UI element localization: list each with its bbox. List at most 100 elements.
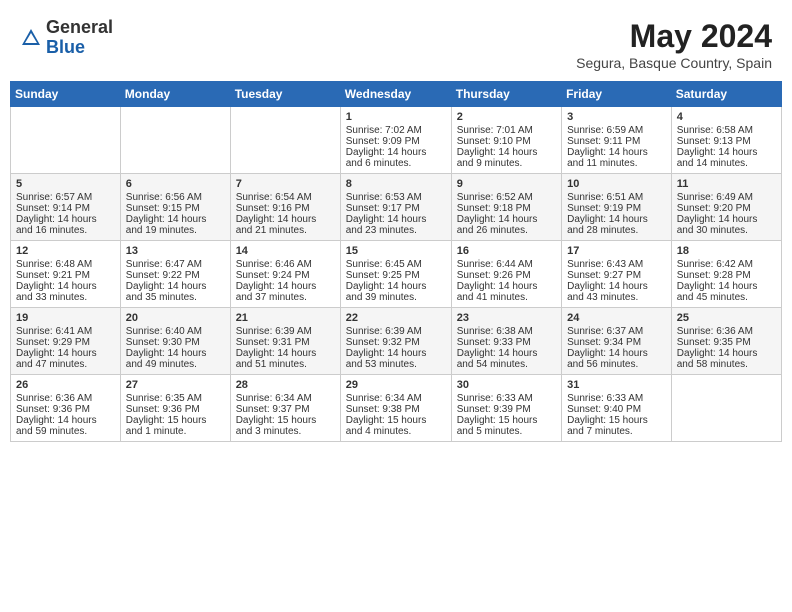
day-number: 20 — [126, 312, 225, 324]
day-number: 18 — [677, 245, 776, 257]
sunset-text: Sunset: 9:22 PM — [126, 270, 225, 281]
daylight-text: Daylight: 15 hours and 5 minutes. — [457, 415, 556, 437]
sunset-text: Sunset: 9:20 PM — [677, 203, 776, 214]
logo-icon — [20, 27, 42, 49]
cell-week4-day5: 23Sunrise: 6:38 AMSunset: 9:33 PMDayligh… — [451, 308, 561, 375]
sunset-text: Sunset: 9:25 PM — [346, 270, 446, 281]
sunrise-text: Sunrise: 6:33 AM — [567, 393, 666, 404]
daylight-text: Daylight: 14 hours and 21 minutes. — [236, 214, 335, 236]
header-wednesday: Wednesday — [340, 82, 451, 107]
day-number: 26 — [16, 379, 115, 391]
page-header: General Blue May 2024 Segura, Basque Cou… — [10, 10, 782, 75]
sunrise-text: Sunrise: 6:36 AM — [677, 326, 776, 337]
calendar-body: 1Sunrise: 7:02 AMSunset: 9:09 PMDaylight… — [11, 107, 782, 442]
cell-week4-day2: 20Sunrise: 6:40 AMSunset: 9:30 PMDayligh… — [120, 308, 230, 375]
day-number: 9 — [457, 178, 556, 190]
day-number: 25 — [677, 312, 776, 324]
title-section: May 2024 Segura, Basque Country, Spain — [576, 18, 772, 71]
daylight-text: Daylight: 14 hours and 33 minutes. — [16, 281, 115, 303]
sunrise-text: Sunrise: 6:39 AM — [236, 326, 335, 337]
day-number: 16 — [457, 245, 556, 257]
sunset-text: Sunset: 9:29 PM — [16, 337, 115, 348]
cell-week5-day7 — [671, 375, 781, 442]
day-number: 8 — [346, 178, 446, 190]
sunset-text: Sunset: 9:19 PM — [567, 203, 666, 214]
cell-week5-day6: 31Sunrise: 6:33 AMSunset: 9:40 PMDayligh… — [562, 375, 672, 442]
sunrise-text: Sunrise: 6:45 AM — [346, 259, 446, 270]
sunset-text: Sunset: 9:15 PM — [126, 203, 225, 214]
daylight-text: Daylight: 15 hours and 3 minutes. — [236, 415, 335, 437]
logo-wordmark: General Blue — [46, 18, 113, 58]
daylight-text: Daylight: 14 hours and 39 minutes. — [346, 281, 446, 303]
day-number: 14 — [236, 245, 335, 257]
sunset-text: Sunset: 9:37 PM — [236, 404, 335, 415]
day-number: 1 — [346, 111, 446, 123]
cell-week2-day5: 9Sunrise: 6:52 AMSunset: 9:18 PMDaylight… — [451, 174, 561, 241]
day-number: 28 — [236, 379, 335, 391]
header-saturday: Saturday — [671, 82, 781, 107]
week-row-2: 5Sunrise: 6:57 AMSunset: 9:14 PMDaylight… — [11, 174, 782, 241]
daylight-text: Daylight: 14 hours and 37 minutes. — [236, 281, 335, 303]
cell-week3-day2: 13Sunrise: 6:47 AMSunset: 9:22 PMDayligh… — [120, 241, 230, 308]
sunset-text: Sunset: 9:28 PM — [677, 270, 776, 281]
cell-week1-day4: 1Sunrise: 7:02 AMSunset: 9:09 PMDaylight… — [340, 107, 451, 174]
sunrise-text: Sunrise: 7:01 AM — [457, 125, 556, 136]
sunrise-text: Sunrise: 6:34 AM — [236, 393, 335, 404]
sunset-text: Sunset: 9:16 PM — [236, 203, 335, 214]
sunset-text: Sunset: 9:18 PM — [457, 203, 556, 214]
cell-week5-day4: 29Sunrise: 6:34 AMSunset: 9:38 PMDayligh… — [340, 375, 451, 442]
day-number: 31 — [567, 379, 666, 391]
sunset-text: Sunset: 9:27 PM — [567, 270, 666, 281]
daylight-text: Daylight: 15 hours and 7 minutes. — [567, 415, 666, 437]
calendar-table: Sunday Monday Tuesday Wednesday Thursday… — [10, 81, 782, 442]
day-number: 7 — [236, 178, 335, 190]
daylight-text: Daylight: 14 hours and 56 minutes. — [567, 348, 666, 370]
sunrise-text: Sunrise: 6:56 AM — [126, 192, 225, 203]
sunrise-text: Sunrise: 6:51 AM — [567, 192, 666, 203]
sunrise-text: Sunrise: 6:35 AM — [126, 393, 225, 404]
cell-week4-day4: 22Sunrise: 6:39 AMSunset: 9:32 PMDayligh… — [340, 308, 451, 375]
week-row-3: 12Sunrise: 6:48 AMSunset: 9:21 PMDayligh… — [11, 241, 782, 308]
daylight-text: Daylight: 14 hours and 28 minutes. — [567, 214, 666, 236]
calendar-header: Sunday Monday Tuesday Wednesday Thursday… — [11, 82, 782, 107]
day-number: 6 — [126, 178, 225, 190]
sunset-text: Sunset: 9:32 PM — [346, 337, 446, 348]
sunset-text: Sunset: 9:30 PM — [126, 337, 225, 348]
sunset-text: Sunset: 9:34 PM — [567, 337, 666, 348]
sunset-text: Sunset: 9:14 PM — [16, 203, 115, 214]
sunrise-text: Sunrise: 6:52 AM — [457, 192, 556, 203]
cell-week2-day6: 10 Sunrise: 6:51 AMSunset: 9:19 PMDayligh… — [562, 174, 672, 241]
day-number: 23 — [457, 312, 556, 324]
logo-blue-text: Blue — [46, 37, 85, 57]
sunset-text: Sunset: 9:10 PM — [457, 136, 556, 147]
cell-week2-day2: 6Sunrise: 6:56 AMSunset: 9:15 PMDaylight… — [120, 174, 230, 241]
day-number: 22 — [346, 312, 446, 324]
sunrise-text: Sunrise: 6:54 AM — [236, 192, 335, 203]
day-number: 2 — [457, 111, 556, 123]
day-number: 5 — [16, 178, 115, 190]
sunset-text: Sunset: 9:36 PM — [16, 404, 115, 415]
cell-week1-day2 — [120, 107, 230, 174]
sunrise-text: Sunrise: 6:48 AM — [16, 259, 115, 270]
day-number: 13 — [126, 245, 225, 257]
cell-week2-day7: 11Sunrise: 6:49 AMSunset: 9:20 PMDayligh… — [671, 174, 781, 241]
day-number: 10 — [567, 178, 666, 190]
daylight-text: Daylight: 14 hours and 35 minutes. — [126, 281, 225, 303]
daylight-text: Daylight: 14 hours and 49 minutes. — [126, 348, 225, 370]
sunset-text: Sunset: 9:24 PM — [236, 270, 335, 281]
sunrise-text: Sunrise: 6:34 AM — [346, 393, 446, 404]
cell-week5-day3: 28 Sunrise: 6:34 AMSunset: 9:37 PMDayligh… — [230, 375, 340, 442]
sunrise-text: Sunrise: 6:37 AM — [567, 326, 666, 337]
daylight-text: Daylight: 14 hours and 43 minutes. — [567, 281, 666, 303]
cell-week3-day7: 18Sunrise: 6:42 AMSunset: 9:28 PMDayligh… — [671, 241, 781, 308]
cell-week5-day2: 27Sunrise: 6:35 AMSunset: 9:36 PMDayligh… — [120, 375, 230, 442]
header-monday: Monday — [120, 82, 230, 107]
cell-week4-day3: 21Sunrise: 6:39 AMSunset: 9:31 PMDayligh… — [230, 308, 340, 375]
day-number: 15 — [346, 245, 446, 257]
day-number: 19 — [16, 312, 115, 324]
sunset-text: Sunset: 9:26 PM — [457, 270, 556, 281]
cell-week1-day6: 3Sunrise: 6:59 AMSunset: 9:11 PMDaylight… — [562, 107, 672, 174]
week-row-1: 1Sunrise: 7:02 AMSunset: 9:09 PMDaylight… — [11, 107, 782, 174]
daylight-text: Daylight: 14 hours and 51 minutes. — [236, 348, 335, 370]
logo-general-text: General — [46, 17, 113, 37]
